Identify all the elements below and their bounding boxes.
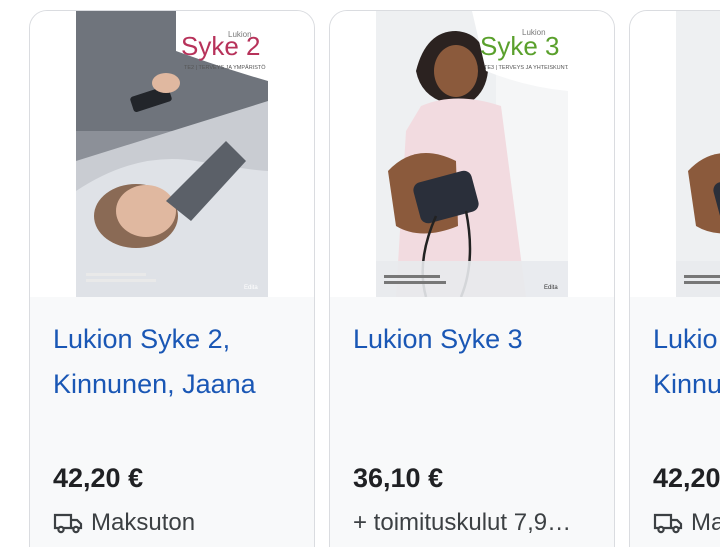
shipping-info: Ma <box>653 509 720 537</box>
product-card[interactable]: Lukion Syke 3 TE3 | TERVEYS JA YHTEISKUN… <box>329 10 615 547</box>
product-title-line[interactable]: Lukio <box>653 317 720 362</box>
product-image-area[interactable]: Lukion Syke 3 TE3 | TERVEYS JA YHTEISKUN… <box>330 11 614 297</box>
product-price: 36,10 € <box>353 463 444 493</box>
svg-text:TE2 | TERVEYS JA YMPÄRISTÖ: TE2 | TERVEYS JA YMPÄRISTÖ <box>184 64 266 71</box>
truck-icon <box>53 513 83 534</box>
product-image-area[interactable]: Lukion Syke 2 TE2 | TERVEYS JA YMPÄRISTÖ… <box>30 11 314 297</box>
product-title[interactable]: Lukion Syke 2, Kinnunen, Jaana <box>53 317 303 407</box>
shipping-text: Maksuton <box>91 509 196 536</box>
shipping-info: + toimituskulut 7,9… <box>353 509 603 537</box>
product-title-line[interactable]: Lukion Syke 3 <box>353 317 603 362</box>
product-card[interactable]: Lukio Kinnu 42,20 Ma <box>629 10 720 547</box>
product-title-line[interactable]: Lukion Syke 2, <box>53 317 303 362</box>
product-carousel: Lukion Syke 2 TE2 | TERVEYS JA YMPÄRISTÖ… <box>0 0 720 547</box>
product-title-line[interactable]: Kinnu <box>653 362 720 407</box>
product-image-area[interactable] <box>630 11 720 297</box>
truck-icon <box>653 513 683 534</box>
product-title[interactable]: Lukion Syke 3 <box>353 317 603 362</box>
product-title-line[interactable]: Kinnunen, Jaana <box>53 362 303 407</box>
shipping-info: Maksuton <box>53 509 303 537</box>
product-image[interactable] <box>676 11 720 297</box>
product-card[interactable]: Lukion Syke 2 TE2 | TERVEYS JA YMPÄRISTÖ… <box>29 10 315 547</box>
svg-text:Syke 3: Syke 3 <box>480 31 560 61</box>
svg-text:TE3 | TERVEYS JA YHTEISKUNTA: TE3 | TERVEYS JA YHTEISKUNTA <box>484 65 568 71</box>
svg-text:Edita: Edita <box>244 285 258 291</box>
product-image[interactable]: Lukion Syke 3 TE3 | TERVEYS JA YHTEISKUN… <box>376 11 568 297</box>
product-image[interactable]: Lukion Syke 2 TE2 | TERVEYS JA YMPÄRISTÖ… <box>76 11 268 297</box>
product-price: 42,20 <box>653 463 720 493</box>
product-price: 42,20 € <box>53 463 144 493</box>
shipping-text: + toimituskulut 7,9… <box>353 509 572 536</box>
svg-text:Edita: Edita <box>544 285 558 291</box>
product-title[interactable]: Lukio Kinnu <box>653 317 720 407</box>
shipping-text: Ma <box>691 509 720 536</box>
svg-text:Syke 2: Syke 2 <box>181 31 261 61</box>
